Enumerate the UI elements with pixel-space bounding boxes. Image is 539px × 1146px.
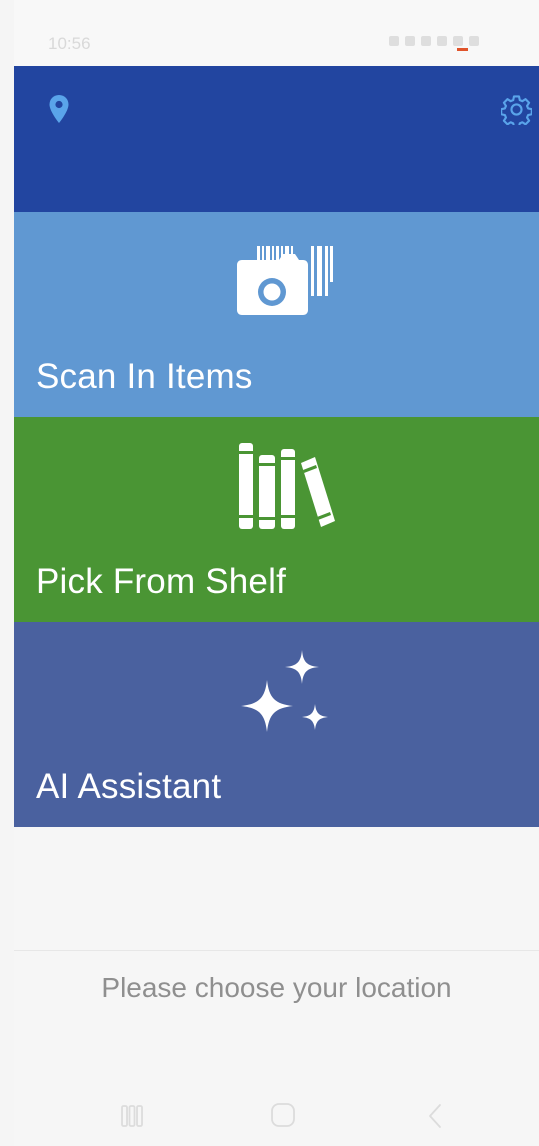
battery-icon xyxy=(469,36,479,46)
status-time: 10:56 xyxy=(48,34,91,53)
status-icons xyxy=(389,36,479,46)
scan-in-items-tile[interactable]: Scan In Items xyxy=(14,212,539,417)
notification-icon xyxy=(405,36,415,46)
wifi-icon xyxy=(437,36,447,46)
home-icon[interactable] xyxy=(270,1102,296,1128)
sparkles-icon xyxy=(241,650,328,732)
system-nav-bar xyxy=(14,1090,539,1146)
back-icon[interactable] xyxy=(428,1103,442,1129)
notification-icon xyxy=(389,36,399,46)
status-bar: 10:56 xyxy=(14,0,539,66)
signal-icon xyxy=(453,36,463,46)
tile-label: AI Assistant xyxy=(36,767,222,806)
ai-assistant-tile[interactable]: AI Assistant xyxy=(14,622,539,827)
recent-apps-icon[interactable] xyxy=(121,1103,143,1129)
camera-barcode-icon xyxy=(237,246,333,315)
notification-icon xyxy=(421,36,431,46)
gear-icon[interactable] xyxy=(501,94,532,125)
app-screen: 10:56 Scan In Items Pick From Shelf AI A… xyxy=(14,0,539,1146)
location-pin-icon[interactable] xyxy=(48,94,70,124)
app-header xyxy=(14,66,539,212)
tile-label: Scan In Items xyxy=(36,357,253,396)
books-shelf-icon xyxy=(239,443,335,529)
battery-level-indicator xyxy=(457,48,468,51)
location-prompt: Please choose your location xyxy=(101,972,452,1003)
pick-from-shelf-tile[interactable]: Pick From Shelf xyxy=(14,417,539,622)
tile-label: Pick From Shelf xyxy=(36,562,286,601)
divider xyxy=(14,950,539,951)
